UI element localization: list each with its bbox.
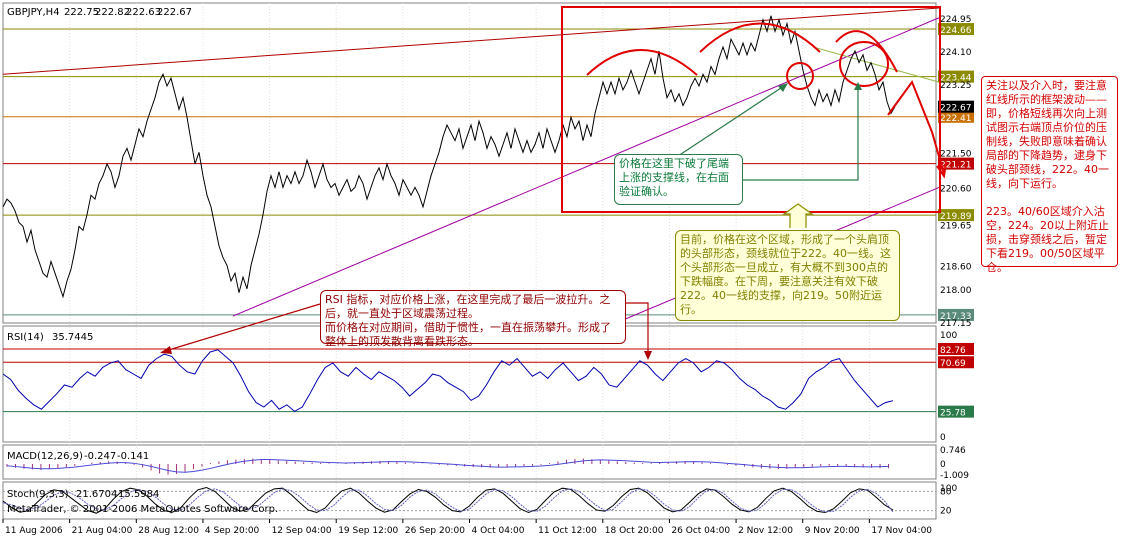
price-open: 222.75	[64, 7, 99, 18]
price-tick-11: 219.65	[940, 221, 972, 231]
price-close: 222.67	[157, 7, 192, 18]
x-tick-label-13: 17 Nov 04:00	[871, 526, 932, 536]
strategy-note: 关注以及介入时，要注意红线所示的框架波动——即，价格短线再次向上测试图示右端顶点…	[981, 76, 1118, 274]
stoch-tick-1: 80	[940, 487, 952, 497]
price-title: GBPJPY,H4	[7, 7, 60, 18]
stoch-tick-2: 20	[940, 507, 952, 517]
x-tick-label-5: 19 Sep 12:00	[338, 526, 398, 536]
price-high: 222.82	[95, 7, 130, 18]
x-tick-label-8: 11 Oct 12:00	[538, 526, 597, 536]
stoch-title: Stoch(9,3,3)	[7, 489, 69, 500]
rsi-title: RSI(14)	[7, 332, 44, 343]
price-tick-13: 218.00	[940, 286, 972, 296]
head-shoulders-note: 目前，价格在这个区域，形成了一个头肩顶的头部形态，颈线就位于222。40一线。这…	[675, 230, 900, 321]
level-label-2: 222.41	[940, 114, 972, 124]
support-break-note: 价格在这里下破了尾端上涨的支撑线，在右面验证确认。	[614, 154, 743, 205]
macd-tick-1: 0	[940, 460, 946, 470]
x-tick-label-4: 12 Sep 04:00	[272, 526, 332, 536]
x-tick-label-1: 21 Aug 04:00	[72, 526, 133, 536]
x-tick-label-11: 2 Nov 12:00	[738, 526, 793, 536]
price-tick-15: 217.15	[940, 319, 972, 329]
x-tick-label-10: 26 Oct 04:00	[671, 526, 730, 536]
stoch-value-2: 15.5984	[118, 489, 159, 500]
level-label-0: 224.66	[940, 26, 972, 36]
rsi-tick-0: 0	[940, 433, 946, 443]
x-tick-label-2: 28 Aug 12:00	[138, 526, 199, 536]
rsi-divergence-note: RSI 指标，对应价格上涨，在这里完成了最后一波拉升。之后，就一直处于区域震荡过…	[320, 290, 626, 348]
macd-tick-2: -1.009	[940, 471, 969, 481]
rsi-level-label-1: 70.69	[940, 359, 966, 369]
x-tick-label-9: 18 Oct 20:00	[605, 526, 664, 536]
current-price-label: 222.67	[940, 104, 972, 114]
x-tick-label-12: 9 Nov 20:00	[805, 526, 860, 536]
price-tick-12: 218.60	[940, 262, 972, 272]
macd-tick-0: 0.746	[940, 446, 966, 456]
x-tick-label-7: 4 Oct 04:00	[472, 526, 525, 536]
trading-chart[interactable]: 224.66223.44222.41221.21219.89217.33 222…	[0, 0, 1126, 557]
price-tick-4: 223.25	[940, 81, 972, 91]
x-tick-label-6: 26 Sep 20:00	[405, 526, 465, 536]
rsi-value: 35.7445	[52, 332, 93, 343]
stoch-value-1: 21.6704	[76, 489, 117, 500]
price-tick-2: 224.10	[940, 48, 972, 58]
macd-title: MACD(12,26,9)	[7, 451, 83, 462]
price-tick-0: 224.95	[940, 15, 972, 25]
macd-value-1: -0.247	[84, 451, 116, 462]
price-low: 222.63	[126, 7, 161, 18]
x-tick-label-0: 11 Aug 2006	[5, 526, 63, 536]
macd-value-2: -0.141	[117, 451, 149, 462]
price-tick-7: 221.50	[940, 149, 972, 159]
x-tick-label-3: 4 Sep 20:00	[205, 526, 260, 536]
rsi-tick-100: 100	[940, 331, 957, 341]
copyright: MetaTrader, © 2001-2006 MetaQuotes Softw…	[7, 504, 278, 515]
rsi-level-label-0: 82.76	[940, 346, 966, 356]
rsi-level-label-2: 25.78	[940, 409, 966, 419]
price-tick-9: 220.60	[940, 184, 972, 194]
